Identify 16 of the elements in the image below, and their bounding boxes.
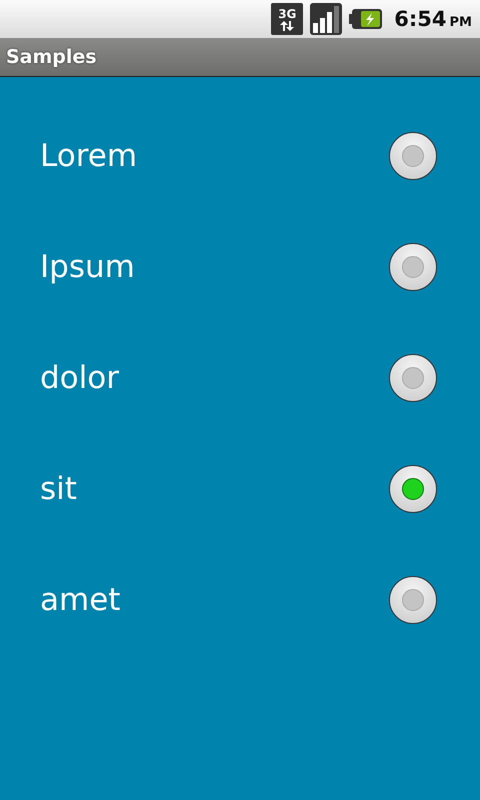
radio-button[interactable] [389, 242, 437, 290]
radio-option[interactable]: Lorem [0, 100, 480, 211]
radio-button[interactable] [389, 132, 437, 180]
network-3g-icon: 3G [271, 3, 304, 35]
radio-option[interactable]: dolor [0, 322, 480, 433]
signal-icon [310, 3, 342, 35]
radio-option[interactable]: sit [0, 433, 480, 544]
radio-button[interactable] [389, 464, 437, 512]
radio-button[interactable] [389, 354, 437, 402]
clock-time: 6:54 [394, 7, 447, 31]
radio-button[interactable] [389, 576, 437, 624]
radio-option[interactable]: Ipsum [0, 211, 480, 322]
radio-option[interactable]: amet [0, 544, 480, 655]
clock-meridiem: PM [450, 14, 472, 30]
app-title: Samples [6, 46, 97, 68]
battery-charging-icon [349, 8, 384, 30]
